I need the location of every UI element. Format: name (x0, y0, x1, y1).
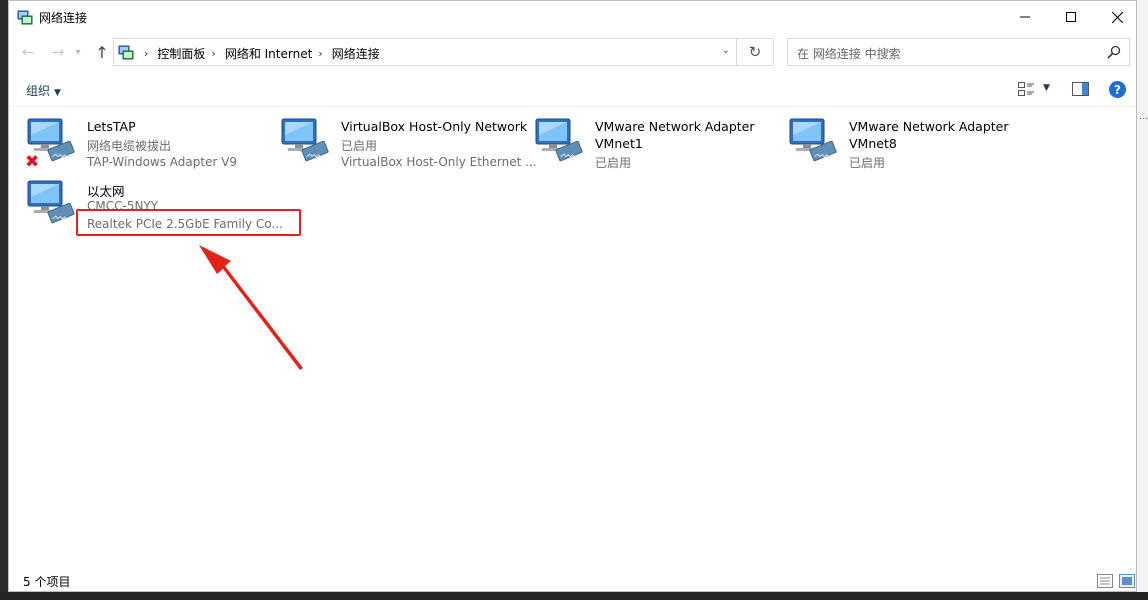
background-desktop-strip: ... (1137, 0, 1148, 600)
status-item-count: 5 个项目 (23, 575, 71, 589)
annotation-arrow-icon (199, 245, 303, 370)
background-taskbar-edge (0, 592, 1148, 600)
explorer-window: 网络连接 ← → ▾ ↑ › 控制面板 › 网络和 Internet › 网络连… (8, 0, 1137, 592)
large-icons-view-icon[interactable] (1119, 574, 1135, 588)
details-view-icon[interactable] (1097, 574, 1113, 588)
